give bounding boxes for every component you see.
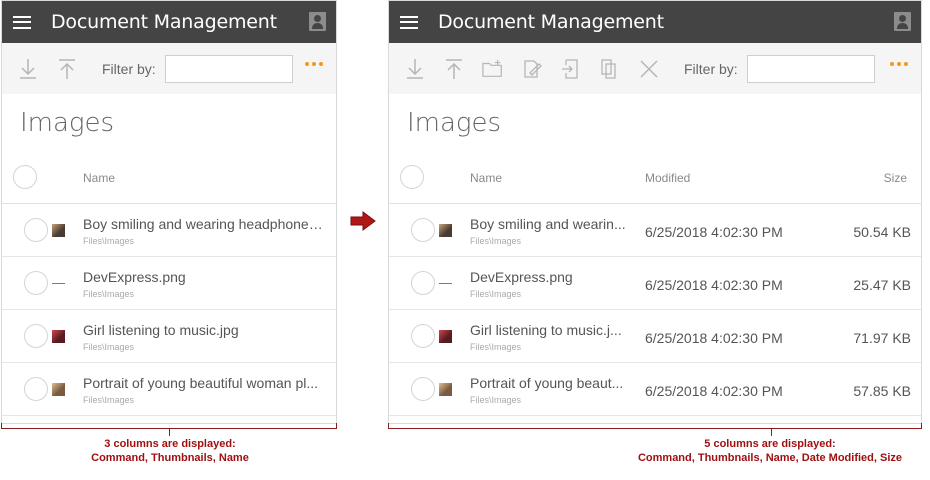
- row-checkbox[interactable]: [24, 271, 48, 295]
- copy-icon[interactable]: [599, 57, 621, 81]
- download-icon[interactable]: [404, 57, 426, 81]
- table-row[interactable]: Portrait of young beautiful woman pl... F…: [2, 363, 336, 416]
- title-bar: Document Management: [389, 1, 921, 43]
- menu-icon[interactable]: [400, 15, 418, 29]
- file-size: 57.85 KB: [853, 383, 911, 399]
- table-row[interactable]: Portrait of young beaut... Files\Images 6/…: [389, 363, 921, 416]
- caption-right: 5 columns are displayed: Command, Thumbn…: [600, 437, 930, 465]
- download-icon[interactable]: [17, 57, 39, 81]
- file-name[interactable]: Girl listening to music.jpg: [83, 322, 327, 338]
- move-icon[interactable]: [560, 57, 582, 81]
- caption-left-line2: Command, Thumbnails, Name: [91, 452, 249, 464]
- thumbnail-image: [52, 277, 65, 290]
- table-row[interactable]: Girl listening to music.j... Files\Images…: [389, 310, 921, 363]
- file-name[interactable]: DevExpress.png: [83, 269, 327, 285]
- column-header-name[interactable]: Name: [83, 171, 115, 185]
- file-name[interactable]: Boy smiling and wearing headphones...: [83, 216, 327, 232]
- column-header-modified[interactable]: Modified: [645, 171, 690, 185]
- arrow-right-icon: [350, 211, 376, 236]
- file-path: Files\Images: [470, 236, 522, 246]
- file-manager-wide: Document Management Filter by: Images Na…: [388, 0, 922, 424]
- select-all-checkbox[interactable]: [400, 164, 424, 189]
- row-checkbox[interactable]: [411, 271, 435, 295]
- thumbnail-image: [52, 330, 65, 343]
- file-path: Files\Images: [470, 289, 522, 299]
- toolbar: Filter by:: [2, 43, 336, 94]
- delete-icon[interactable]: [638, 57, 660, 81]
- column-header-size[interactable]: Size: [884, 171, 907, 185]
- new-folder-icon[interactable]: [482, 57, 504, 81]
- file-modified: 6/25/2018 4:02:30 PM: [645, 383, 783, 399]
- table-header: Name Modified Size: [389, 150, 921, 204]
- thumbnail-image: [439, 224, 452, 237]
- row-checkbox[interactable]: [24, 324, 48, 348]
- file-path: Files\Images: [83, 342, 135, 352]
- rename-icon[interactable]: [521, 57, 543, 81]
- thumbnail-image: [439, 383, 452, 396]
- toolbar: Filter by:: [389, 43, 921, 94]
- file-path: Files\Images: [83, 395, 135, 405]
- table-row[interactable]: Boy smiling and wearing headphones... Fil…: [2, 204, 336, 257]
- user-icon[interactable]: [309, 12, 326, 31]
- file-size: 71.97 KB: [853, 330, 911, 346]
- filter-input[interactable]: [746, 54, 875, 83]
- file-path: Files\Images: [470, 342, 522, 352]
- row-checkbox[interactable]: [411, 377, 435, 401]
- file-name[interactable]: Portrait of young beaut...: [470, 375, 628, 391]
- file-name[interactable]: Boy smiling and wearin...: [470, 216, 628, 232]
- thumbnail-image: [52, 224, 65, 237]
- table-row[interactable]: DevExpress.png Files\Images 6/25/2018 4:02…: [389, 257, 921, 310]
- thumbnail-image: [52, 383, 65, 396]
- file-name[interactable]: Portrait of young beautiful woman pl...: [83, 375, 327, 391]
- file-manager-narrow: Document Management Filter by: Images Na…: [1, 0, 337, 424]
- annotation-tick-right: [771, 428, 772, 436]
- row-checkbox[interactable]: [24, 377, 48, 401]
- app-title: Document Management: [51, 11, 277, 33]
- more-icon[interactable]: [890, 62, 908, 66]
- caption-left: 3 columns are displayed: Command, Thumbn…: [30, 437, 310, 465]
- filter-label: Filter by:: [684, 60, 738, 77]
- file-path: Files\Images: [470, 395, 522, 405]
- user-icon[interactable]: [894, 12, 911, 31]
- app-title: Document Management: [438, 11, 664, 33]
- select-all-checkbox[interactable]: [13, 164, 37, 189]
- title-bar: Document Management: [2, 1, 336, 43]
- row-checkbox[interactable]: [24, 218, 48, 242]
- file-modified: 6/25/2018 4:02:30 PM: [645, 224, 783, 240]
- file-path: Files\Images: [83, 289, 135, 299]
- filter-input[interactable]: [164, 54, 293, 83]
- upload-icon[interactable]: [56, 57, 78, 81]
- annotation-tick-left: [169, 428, 170, 436]
- file-modified: 6/25/2018 4:02:30 PM: [645, 277, 783, 293]
- row-checkbox[interactable]: [411, 218, 435, 242]
- file-modified: 6/25/2018 4:02:30 PM: [645, 330, 783, 346]
- more-icon[interactable]: [305, 62, 323, 66]
- file-size: 25.47 KB: [853, 277, 911, 293]
- table-row[interactable]: Girl listening to music.jpg Files\Images: [2, 310, 336, 363]
- menu-icon[interactable]: [13, 15, 31, 29]
- caption-left-line1: 3 columns are displayed:: [104, 438, 236, 450]
- page-title: Images: [20, 108, 115, 138]
- table-row[interactable]: Boy smiling and wearin... Files\Images 6/2…: [389, 204, 921, 257]
- file-name[interactable]: DevExpress.png: [470, 269, 628, 285]
- column-header-name[interactable]: Name: [470, 171, 502, 185]
- page-title: Images: [407, 108, 502, 138]
- thumbnail-image: [439, 330, 452, 343]
- file-name[interactable]: Girl listening to music.j...: [470, 322, 628, 338]
- thumbnail-image: [439, 277, 452, 290]
- table-header: Name: [2, 150, 336, 204]
- caption-right-line1: 5 columns are displayed:: [704, 438, 836, 450]
- row-checkbox[interactable]: [411, 324, 435, 348]
- annotation-bracket-right: [388, 423, 922, 429]
- file-size: 50.54 KB: [853, 224, 911, 240]
- caption-right-line2: Command, Thumbnails, Name, Date Modified…: [637, 452, 903, 464]
- file-path: Files\Images: [83, 236, 135, 246]
- upload-icon[interactable]: [443, 57, 465, 81]
- table-row[interactable]: DevExpress.png Files\Images: [2, 257, 336, 310]
- filter-label: Filter by:: [102, 60, 156, 77]
